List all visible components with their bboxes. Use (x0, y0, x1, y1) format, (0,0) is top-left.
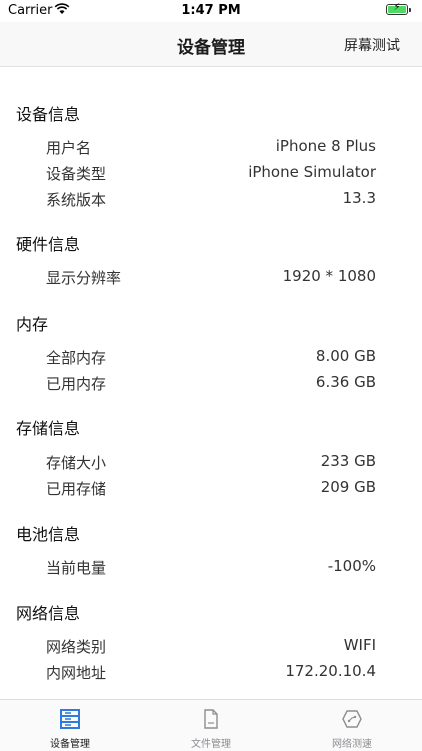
tab-network-speed[interactable]: 网络测速 (282, 700, 422, 751)
row-label: 设备类型 (46, 165, 107, 183)
section-title-network: 网络信息 (16, 604, 81, 623)
network-shield-icon (341, 709, 363, 729)
row-total-memory: 全部内存 8.00 GB (46, 345, 376, 369)
row-label: 已用内存 (46, 375, 107, 393)
section-title-device: 设备信息 (16, 105, 81, 124)
section-title-storage: 存储信息 (16, 419, 81, 438)
row-label: 系统版本 (46, 191, 107, 209)
tab-label: 设备管理 (50, 739, 90, 750)
screen-test-button[interactable]: 屏幕测试 (344, 35, 400, 55)
status-bar: Carrier 1:47 PM ⚡ (0, 0, 422, 22)
battery-icon: ⚡ (386, 2, 411, 15)
row-device-type: 设备类型 iPhone Simulator (46, 161, 376, 185)
row-value: 209 GB (320, 478, 376, 496)
row-value: -100% (327, 557, 376, 575)
section-title-memory: 内存 (16, 315, 49, 334)
row-used-storage: 已用存储 209 GB (46, 476, 376, 500)
row-value: 1920 * 1080 (282, 267, 376, 285)
row-storage-size: 存储大小 233 GB (46, 450, 376, 474)
row-value: 8.00 GB (315, 347, 376, 365)
row-label: 当前电量 (46, 559, 107, 577)
row-battery-level: 当前电量 -100% (46, 555, 376, 579)
navigation-bar: 设备管理 屏幕测试 (0, 22, 422, 67)
row-value: 13.3 (342, 189, 376, 207)
row-label: 用户名 (46, 139, 92, 157)
device-info-list[interactable]: 设备信息 用户名 iPhone 8 Plus 设备类型 iPhone Simul… (0, 67, 422, 699)
row-os-version: 系统版本 13.3 (46, 187, 376, 211)
section-title-hardware: 硬件信息 (16, 235, 81, 254)
row-value: iPhone Simulator (248, 163, 376, 181)
row-network-type: 网络类别 WIFI (46, 634, 376, 658)
tab-label: 文件管理 (191, 739, 231, 750)
row-label: 已用存储 (46, 480, 107, 498)
row-value: 172.20.10.4 (285, 662, 376, 680)
row-lan-address: 内网地址 172.20.10.4 (46, 660, 376, 684)
row-label: 存储大小 (46, 454, 107, 472)
tab-device-management[interactable]: 设备管理 (0, 700, 140, 751)
server-icon (59, 709, 81, 729)
document-icon (200, 709, 222, 729)
tab-file-management[interactable]: 文件管理 (141, 700, 281, 751)
row-label: 全部内存 (46, 349, 107, 367)
tab-label: 网络测速 (332, 739, 372, 750)
row-value: 6.36 GB (315, 373, 376, 391)
row-used-memory: 已用内存 6.36 GB (46, 371, 376, 395)
row-value: 233 GB (320, 452, 376, 470)
row-value: WIFI (343, 636, 376, 654)
row-value: iPhone 8 Plus (275, 137, 376, 155)
row-label: 网络类别 (46, 638, 107, 656)
row-resolution: 显示分辨率 1920 * 1080 (46, 265, 376, 289)
section-title-battery: 电池信息 (16, 525, 81, 544)
row-username: 用户名 iPhone 8 Plus (46, 135, 376, 159)
tab-bar: 设备管理 文件管理 网络测速 (0, 699, 422, 751)
row-label: 显示分辨率 (46, 269, 122, 287)
status-time: 1:47 PM (181, 3, 241, 18)
row-label: 内网地址 (46, 664, 107, 682)
